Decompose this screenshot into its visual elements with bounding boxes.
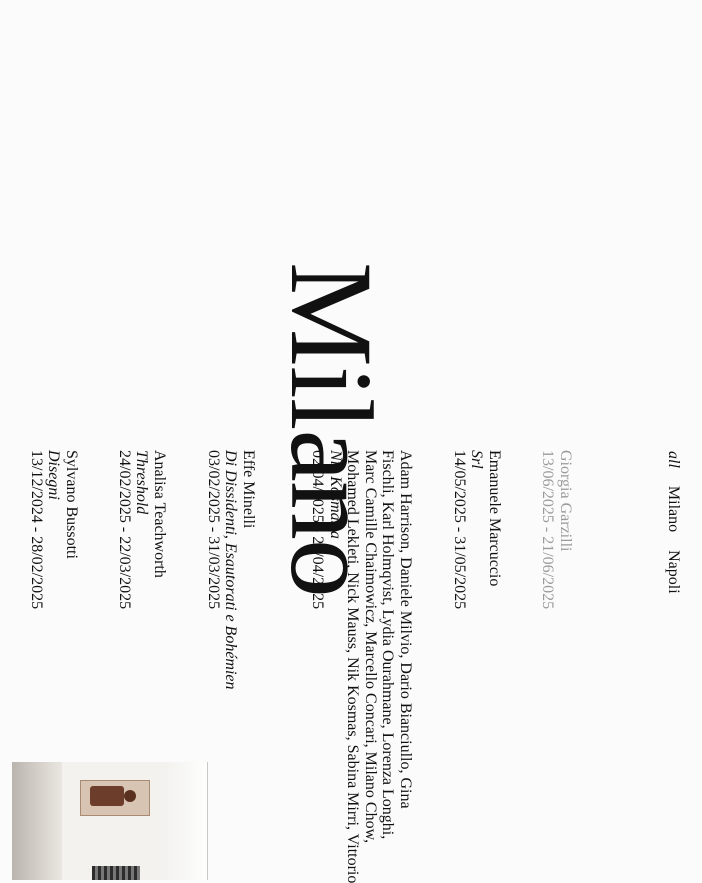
exhibition-subtitle: Disegni xyxy=(45,450,63,500)
exhibition-dates: 03/02/2025 - 31/03/2025 xyxy=(205,450,222,610)
exhibition-artist-line: Fischli, Karl Holmqvist, Lydia Ourahmane… xyxy=(379,450,397,840)
exhibition-artist: Giorgia Garzilli xyxy=(557,450,574,552)
exhibition-dates: 14/05/2025 - 31/05/2025 xyxy=(451,450,468,610)
photo-lamp-cap xyxy=(124,790,136,802)
photo-vent xyxy=(92,866,140,880)
exhibition-dates: 02/04/2025 - 24/04/2025 xyxy=(309,450,327,610)
exhibition-subtitle: Di Dissidenti, Esautorati e Bohémien xyxy=(222,450,240,690)
exhibition-artist-line: Marc Camille Chaimowicz, Marcello Concar… xyxy=(362,450,379,844)
exhibition-subtitle: Threshold xyxy=(133,450,151,515)
city-filter-nav: all Milano Napoli xyxy=(664,451,682,608)
photo-lamp-body xyxy=(90,786,124,806)
photo-wall-light xyxy=(162,762,208,880)
photo-wall-shadow xyxy=(12,762,62,880)
exhibition-item[interactable]: Analisa Teachworth Threshold 24/02/2025 … xyxy=(116,450,168,610)
exhibition-subtitle: Srl xyxy=(468,450,486,469)
exhibition-dates: 13/12/2024 - 28/02/2025 xyxy=(28,450,45,610)
exhibition-dates: 24/02/2025 - 22/03/2025 xyxy=(116,450,133,610)
exhibition-artist: Emanuele Marcuccio xyxy=(486,450,503,587)
exhibition-item[interactable]: Adam Harrison, Daniele Milvio, Dario Bia… xyxy=(309,450,415,883)
exhibition-photo[interactable] xyxy=(12,762,208,880)
photo-edge xyxy=(207,762,208,880)
exhibition-item[interactable]: Giorgia Garzilli 13/06/2025 - 21/06/2025 xyxy=(539,450,575,610)
exhibition-item[interactable]: Effe Minelli Di Dissidenti, Esautorati e… xyxy=(205,450,257,690)
exhibition-item[interactable]: Sylvano Bussotti Disegni 13/12/2024 - 28… xyxy=(28,450,80,610)
exhibition-dates: 13/06/2025 - 21/06/2025 xyxy=(539,450,557,610)
nav-item-milano[interactable]: Milano xyxy=(665,486,682,532)
exhibition-artist-line: Mohamed Lekleti, Nick Mauss, Nik Kosmas,… xyxy=(344,450,362,883)
exhibition-artist: Analisa Teachworth xyxy=(151,450,168,578)
exhibition-artist: Sylvano Bussotti xyxy=(63,450,80,559)
exhibition-subtitle: Nik Kosmas a xyxy=(327,450,344,539)
exhibition-item[interactable]: Emanuele Marcuccio Srl 14/05/2025 - 31/0… xyxy=(451,450,503,610)
nav-item-all[interactable]: all xyxy=(665,451,682,468)
exhibition-artist-line: Adam Harrison, Daniele Milvio, Dario Bia… xyxy=(397,450,414,809)
nav-item-napoli[interactable]: Napoli xyxy=(665,550,682,594)
exhibition-artist: Effe Minelli xyxy=(240,450,257,529)
